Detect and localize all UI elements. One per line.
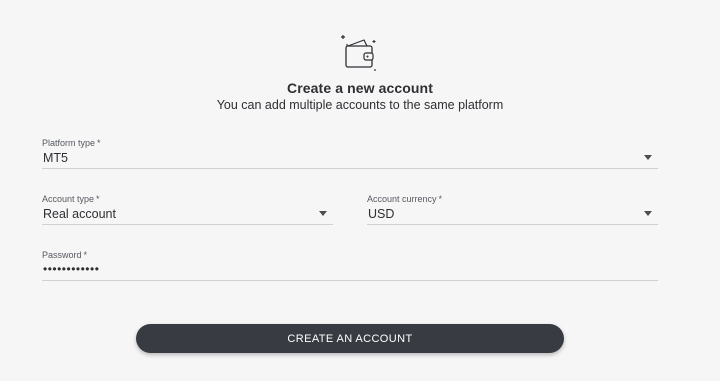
account-type-select[interactable]: Account type * Real account bbox=[42, 194, 333, 228]
required-mark: * bbox=[83, 250, 88, 260]
platform-type-label-text: Platform type bbox=[42, 138, 96, 148]
required-mark: * bbox=[97, 138, 101, 148]
account-type-label: Account type * bbox=[42, 194, 100, 204]
page-title: Create a new account bbox=[287, 80, 433, 96]
account-type-label-text: Account type bbox=[42, 194, 95, 204]
page-subtitle: You can add multiple accounts to the sam… bbox=[216, 98, 504, 112]
password-value[interactable]: •••••••••••• bbox=[43, 262, 99, 276]
create-account-button[interactable]: CREATE AN ACCOUNT bbox=[136, 324, 564, 353]
account-currency-label: Account currency * bbox=[367, 194, 442, 204]
required-mark: * bbox=[96, 194, 100, 204]
field-underline bbox=[42, 224, 333, 225]
chevron-down-icon[interactable] bbox=[644, 211, 652, 216]
account-currency-value: USD bbox=[368, 207, 395, 221]
field-underline bbox=[42, 280, 658, 281]
chevron-down-icon[interactable] bbox=[644, 155, 652, 160]
account-type-value: Real account bbox=[43, 207, 116, 221]
account-currency-select[interactable]: Account currency * USD bbox=[367, 194, 658, 228]
password-label-text: Password bbox=[42, 250, 82, 260]
account-currency-label-text: Account currency bbox=[367, 194, 437, 204]
header-icon-wrap bbox=[0, 30, 720, 74]
chevron-down-icon[interactable] bbox=[319, 211, 327, 216]
required-mark: * bbox=[438, 194, 443, 204]
password-label: Password * bbox=[42, 250, 87, 260]
wallet-icon bbox=[341, 35, 376, 71]
field-underline bbox=[367, 224, 658, 225]
platform-type-label: Platform type * bbox=[42, 138, 101, 148]
platform-type-value: MT5 bbox=[43, 151, 68, 165]
platform-type-select[interactable]: Platform type * MT5 bbox=[42, 138, 658, 172]
field-underline bbox=[42, 168, 658, 169]
password-field[interactable]: Password * •••••••••••• bbox=[42, 250, 658, 284]
